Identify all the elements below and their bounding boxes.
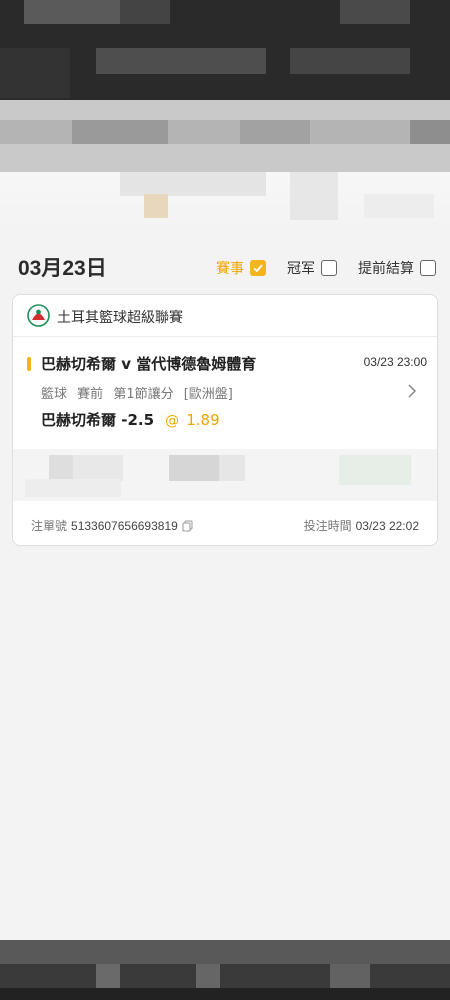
pixel-block [24,0,120,24]
bet-meta-odds-type: [歐洲盤] [183,387,233,402]
pixel-block [120,0,170,24]
pixel-block [169,455,219,481]
match-time: 03/23 23:00 [363,355,427,369]
accent-bar [27,357,31,371]
selection-odds: 1.89 [186,411,220,429]
filter-bar: 03月23日 賽事 冠军 提前結算 [0,246,450,286]
filter-events-label: 賽事 [216,261,244,277]
bet-time-value: 03/23 22:02 [355,519,419,533]
odds-at-symbol: @ [165,413,180,429]
chevron-right-icon[interactable] [407,383,417,399]
league-name: 土耳其籃球超級聯賽 [57,310,183,326]
bet-footer: 注單號 5133607656693819 投注時間 03/23 22:02 [31,517,419,535]
pixel-block [120,172,266,196]
league-logo-icon [27,304,50,327]
checkbox-icon[interactable] [321,260,337,276]
pixel-block [49,455,75,481]
pixel-block [72,120,168,144]
filter-cashout[interactable]: 提前結算 [358,258,436,278]
filter-champion-label: 冠军 [287,261,315,277]
league-header: 土耳其籃球超級聯賽 [13,295,437,337]
filter-events[interactable]: 賽事 [216,258,266,278]
checkbox-icon[interactable] [420,260,436,276]
pixel-block [0,940,450,964]
bet-meta-sport: 籃球 [41,387,68,402]
pixel-block [0,120,450,144]
bet-meta-stage: 賽前 [77,387,104,402]
order-number-value: 5133607656693819 [71,519,178,533]
pixel-block [0,988,450,1000]
obscured-header [0,0,450,228]
pixel-block [290,48,410,74]
pixel-block [340,0,410,24]
pixel-block [339,455,411,485]
checkbox-checked-icon[interactable] [250,260,266,276]
order-number-label: 注單號 [31,519,68,533]
obscured-footer [0,940,450,1000]
filter-champion[interactable]: 冠军 [287,258,337,278]
pixel-block [290,172,338,220]
pixel-block [219,455,245,481]
copy-icon[interactable] [182,520,193,535]
bet-time-label: 投注時間 [303,519,352,533]
bet-meta: 籃球 賽前 第1節讓分 [歐洲盤] [41,383,239,402]
pixel-block [0,48,70,98]
bet-card[interactable]: 土耳其籃球超級聯賽 巴赫切希爾 v 當代博德魯姆體育 03/23 23:00 籃… [12,294,438,546]
bet-time: 投注時間 03/23 22:02 [304,517,419,534]
selection-name: 巴赫切希爾 -2.5 [41,411,155,429]
pixel-block [410,120,450,144]
match-name: 巴赫切希爾 v 當代博德魯姆體育 [41,355,257,373]
obscured-strip [13,445,437,505]
pixel-block [25,479,121,497]
pixel-block [240,120,310,144]
date-title[interactable]: 03月23日 [18,252,107,282]
pixel-block [364,194,434,218]
pixel-block [144,194,168,218]
selection-row: 巴赫切希爾 -2.5 @ 1.89 [41,409,220,431]
bet-meta-market: 第1節讓分 [113,387,174,402]
pixel-block [196,964,220,988]
match-row: 巴赫切希爾 v 當代博德魯姆體育 03/23 23:00 [27,353,427,375]
pixel-block [96,48,266,74]
pixel-block [96,964,120,988]
filter-cashout-label: 提前結算 [358,261,414,277]
order-number: 注單號 5133607656693819 [31,517,193,535]
pixel-block [73,455,123,481]
pixel-block [330,964,370,988]
